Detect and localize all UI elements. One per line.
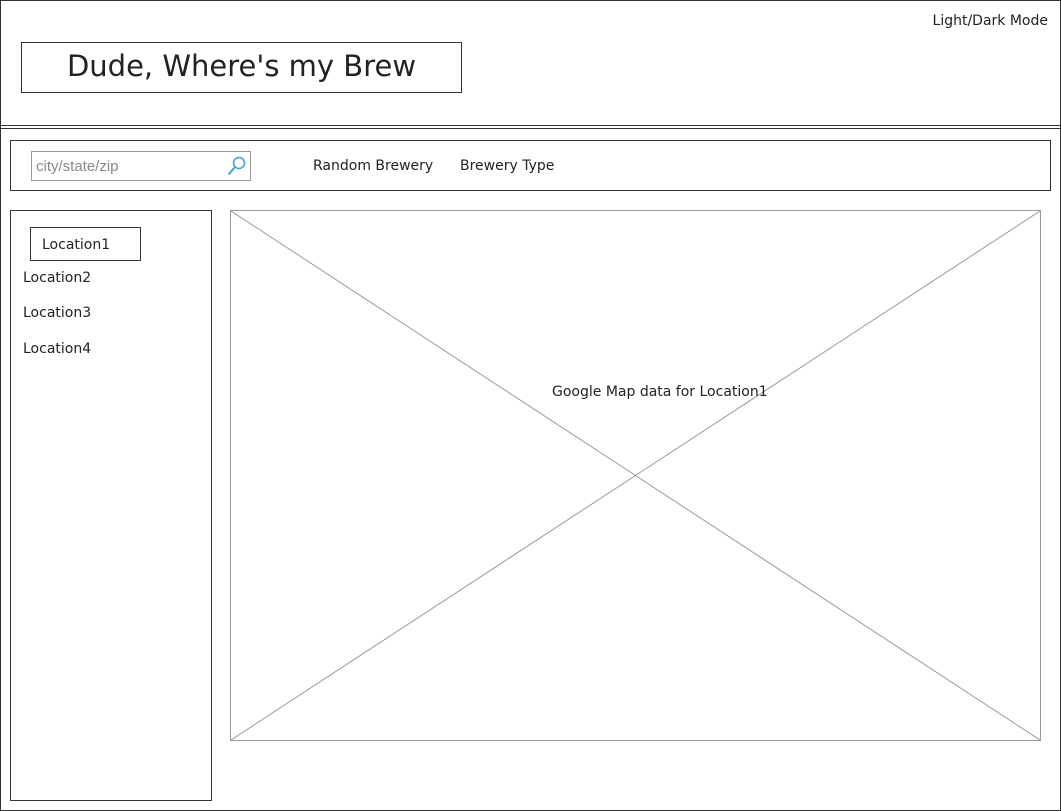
location-sidebar: Location1 Location2 Location3 Location4 <box>10 210 212 801</box>
search-input[interactable] <box>32 152 230 180</box>
map-label: Google Map data for Location1 <box>552 384 768 400</box>
navbar: Random Brewery Brewery Type <box>10 140 1051 191</box>
location-item[interactable]: Location4 <box>23 341 91 357</box>
map-placeholder[interactable]: Google Map data for Location1 <box>230 210 1041 741</box>
search-icon[interactable] <box>226 155 248 177</box>
theme-toggle-link[interactable]: Light/Dark Mode <box>933 13 1048 29</box>
map-placeholder-cross <box>231 211 1040 740</box>
random-brewery-link[interactable]: Random Brewery <box>313 158 433 174</box>
location-item[interactable]: Location1 <box>42 237 110 253</box>
header: Dude, Where's my Brew Light/Dark Mode <box>1 1 1060 126</box>
title-box: Dude, Where's my Brew <box>21 42 462 93</box>
brewery-type-link[interactable]: Brewery Type <box>460 158 554 174</box>
page-title: Dude, Where's my Brew <box>66 49 417 83</box>
location-item[interactable]: Location3 <box>23 305 91 321</box>
location-item[interactable]: Location2 <box>23 270 91 286</box>
header-divider <box>1 128 1060 129</box>
search-box <box>31 151 251 181</box>
